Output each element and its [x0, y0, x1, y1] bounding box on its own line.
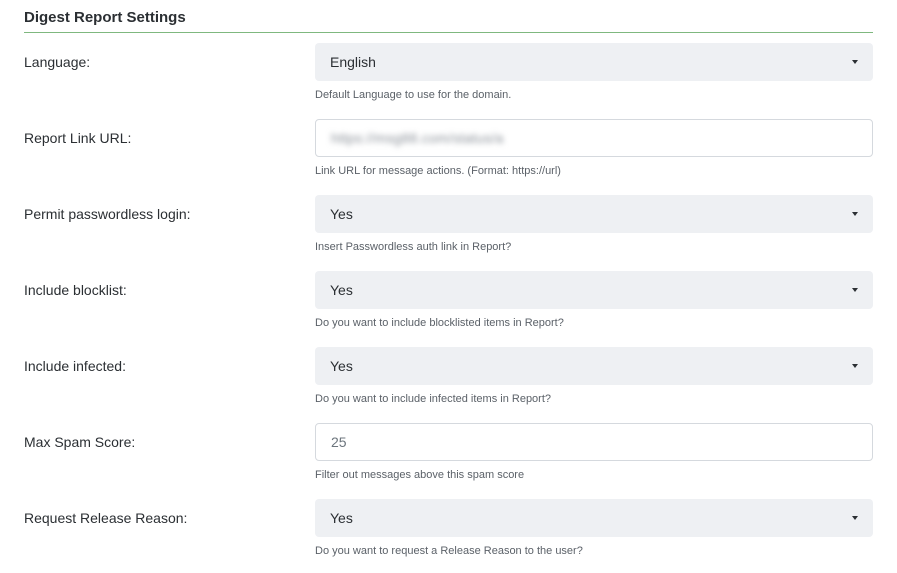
passwordless-login-label: Permit passwordless login:: [24, 206, 191, 222]
release-reason-help: Do you want to request a Release Reason …: [315, 545, 583, 557]
passwordless-login-select[interactable]: Yes: [315, 195, 873, 233]
language-label: Language:: [24, 54, 91, 70]
release-reason-select[interactable]: Yes: [315, 499, 873, 537]
language-help: Default Language to use for the domain.: [315, 89, 512, 101]
max-spam-score-value: 25: [331, 434, 347, 450]
digest-report-settings-panel: Digest Report Settings Language: English…: [24, 0, 873, 557]
max-spam-score-input[interactable]: 25: [315, 423, 873, 461]
include-infected-value: Yes: [330, 358, 353, 374]
language-select-value: English: [330, 54, 376, 70]
caret-down-icon: [852, 288, 858, 292]
include-blocklist-label: Include blocklist:: [24, 282, 127, 298]
include-blocklist-value: Yes: [330, 282, 353, 298]
max-spam-score-help: Filter out messages above this spam scor…: [315, 469, 525, 481]
max-spam-score-label: Max Spam Score:: [24, 434, 136, 450]
caret-down-icon: [852, 364, 858, 368]
release-reason-value: Yes: [330, 510, 353, 526]
include-infected-select[interactable]: Yes: [315, 347, 873, 385]
section-title: Digest Report Settings: [24, 0, 873, 33]
caret-down-icon: [852, 212, 858, 216]
include-blocklist-select[interactable]: Yes: [315, 271, 873, 309]
release-reason-label: Request Release Reason:: [24, 510, 188, 526]
language-select[interactable]: English: [315, 43, 873, 81]
include-blocklist-help: Do you want to include blocklisted items…: [315, 317, 564, 329]
caret-down-icon: [852, 516, 858, 520]
caret-down-icon: [852, 60, 858, 64]
report-link-url-input[interactable]: https://msg88.com/status/a: [315, 119, 873, 157]
report-link-url-help: Link URL for message actions. (Format: h…: [315, 165, 561, 177]
report-link-url-label: Report Link URL:: [24, 130, 132, 146]
passwordless-login-value: Yes: [330, 206, 353, 222]
include-infected-help: Do you want to include infected items in…: [315, 393, 552, 405]
passwordless-login-help: Insert Passwordless auth link in Report?: [315, 241, 512, 253]
include-infected-label: Include infected:: [24, 358, 126, 374]
report-link-url-value: https://msg88.com/status/a: [331, 130, 504, 146]
